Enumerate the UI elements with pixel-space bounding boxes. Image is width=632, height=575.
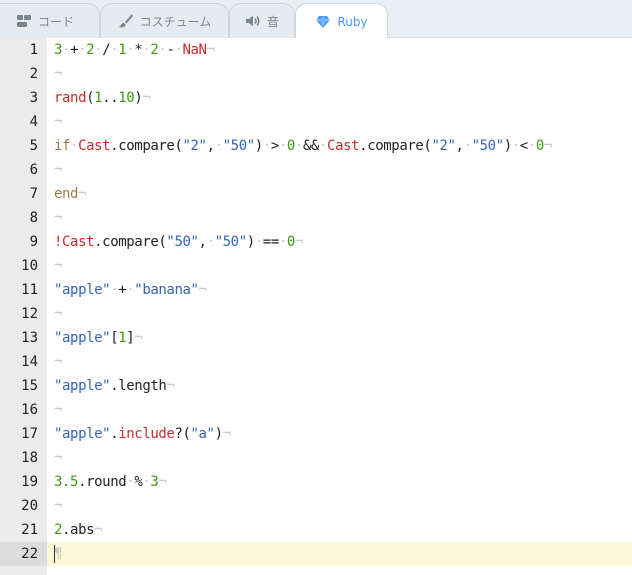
- line-number: 5: [29, 138, 38, 154]
- line-number: 2: [29, 66, 38, 82]
- code-text[interactable]: ¬: [54, 302, 62, 326]
- code-text[interactable]: ¬: [54, 494, 62, 518]
- tab-ruby[interactable]: Ruby: [295, 3, 388, 39]
- code-text[interactable]: 3·+·2·/·1·*·2·-·NaN¬: [54, 38, 215, 62]
- line-number: 22: [0, 542, 47, 566]
- code-line[interactable]: 5 if·Cast.compare("2",·"50")·>·0·&&·Cast…: [0, 134, 632, 158]
- code-icon: [16, 13, 32, 29]
- tab-sounds-label: 音: [266, 14, 279, 29]
- code-text[interactable]: end¬: [54, 182, 87, 206]
- ruby-gem-icon: [315, 14, 331, 30]
- line-number: 14: [21, 354, 38, 370]
- code-text[interactable]: !Cast.compare("50",·"50")·==·0¬: [54, 230, 303, 254]
- line-number: 8: [29, 210, 38, 226]
- code-line[interactable]: 15 "apple".length¬: [0, 374, 632, 398]
- tab-costumes[interactable]: コスチューム: [100, 3, 229, 38]
- code-text[interactable]: ¬: [54, 254, 62, 278]
- line-number: 15: [21, 378, 38, 394]
- code-line[interactable]: 6 ¬: [0, 158, 632, 182]
- code-text[interactable]: ¬: [54, 446, 62, 470]
- line-number: 21: [21, 522, 38, 538]
- tab-code[interactable]: コード: [0, 3, 100, 38]
- tab-code-label: コード: [37, 14, 74, 29]
- code-line[interactable]: 17 "apple".include?("a")¬: [0, 422, 632, 446]
- code-text[interactable]: ¬: [54, 398, 62, 422]
- line-number: 4: [29, 114, 38, 130]
- line-number: 1: [29, 42, 38, 58]
- code-line[interactable]: 8 ¬: [0, 206, 632, 230]
- code-line[interactable]: 12 ¬: [0, 302, 632, 326]
- line-number: 7: [29, 186, 38, 202]
- code-text[interactable]: "apple"[1]¬: [54, 326, 143, 350]
- code-line[interactable]: 19 3.5.round·%·3¬: [0, 470, 632, 494]
- tab-ruby-label: Ruby: [337, 14, 368, 29]
- code-text[interactable]: 3.5.round·%·3¬: [54, 470, 167, 494]
- line-number: 11: [21, 282, 38, 298]
- code-line[interactable]: 16 ¬: [0, 398, 632, 422]
- ruby-code-editor[interactable]: 1 3·+·2·/·1·*·2·-·NaN¬ 2 ¬ 3 rand(1..10)…: [0, 38, 632, 575]
- code-line[interactable]: 3 rand(1..10)¬: [0, 86, 632, 110]
- code-text[interactable]: ¬: [54, 206, 62, 230]
- code-text[interactable]: rand(1..10)¬: [54, 86, 151, 110]
- text-cursor: [54, 545, 55, 563]
- line-number: 6: [29, 162, 38, 178]
- brush-icon: [118, 13, 134, 29]
- editor-tab-bar: コード コスチューム 音 Ruby: [0, 0, 632, 39]
- line-number: 19: [21, 474, 38, 490]
- code-line[interactable]: 2 ¬: [0, 62, 632, 86]
- code-text[interactable]: "apple".length¬: [54, 374, 175, 398]
- code-line[interactable]: 21 2.abs¬: [0, 518, 632, 542]
- code-text[interactable]: ¶: [54, 542, 62, 566]
- code-line[interactable]: 13 "apple"[1]¬: [0, 326, 632, 350]
- speaker-icon: [245, 13, 261, 29]
- line-number: 13: [21, 330, 38, 346]
- code-line[interactable]: 18 ¬: [0, 446, 632, 470]
- code-text[interactable]: ¬: [54, 110, 62, 134]
- code-line[interactable]: 10 ¬: [0, 254, 632, 278]
- code-line[interactable]: 20 ¬: [0, 494, 632, 518]
- code-line-active[interactable]: 22 ¶: [0, 542, 632, 566]
- code-text[interactable]: ¬: [54, 62, 62, 86]
- line-number: 20: [21, 498, 38, 514]
- code-text[interactable]: "apple".include?("a")¬: [54, 422, 231, 446]
- line-number: 18: [21, 450, 38, 466]
- line-number: 9: [29, 234, 38, 250]
- tab-costumes-label: コスチューム: [139, 14, 212, 29]
- line-number: 10: [21, 258, 38, 274]
- code-text[interactable]: ¬: [54, 158, 62, 182]
- code-line[interactable]: 11 "apple"·+·"banana"¬: [0, 278, 632, 302]
- code-line[interactable]: 7 end¬: [0, 182, 632, 206]
- line-number: 12: [21, 306, 38, 322]
- code-text[interactable]: if·Cast.compare("2",·"50")·>·0·&&·Cast.c…: [54, 134, 552, 158]
- code-line[interactable]: 4 ¬: [0, 110, 632, 134]
- code-text[interactable]: 2.abs¬: [54, 518, 103, 542]
- code-line[interactable]: 14 ¬: [0, 350, 632, 374]
- code-line[interactable]: 1 3·+·2·/·1·*·2·-·NaN¬: [0, 38, 632, 62]
- line-number: 17: [21, 426, 38, 442]
- code-text[interactable]: ¬: [54, 350, 62, 374]
- tab-sounds[interactable]: 音: [229, 3, 295, 38]
- line-number: 3: [29, 90, 38, 106]
- line-number: 16: [21, 402, 38, 418]
- code-line[interactable]: 9 !Cast.compare("50",·"50")·==·0¬: [0, 230, 632, 254]
- code-text[interactable]: "apple"·+·"banana"¬: [54, 278, 207, 302]
